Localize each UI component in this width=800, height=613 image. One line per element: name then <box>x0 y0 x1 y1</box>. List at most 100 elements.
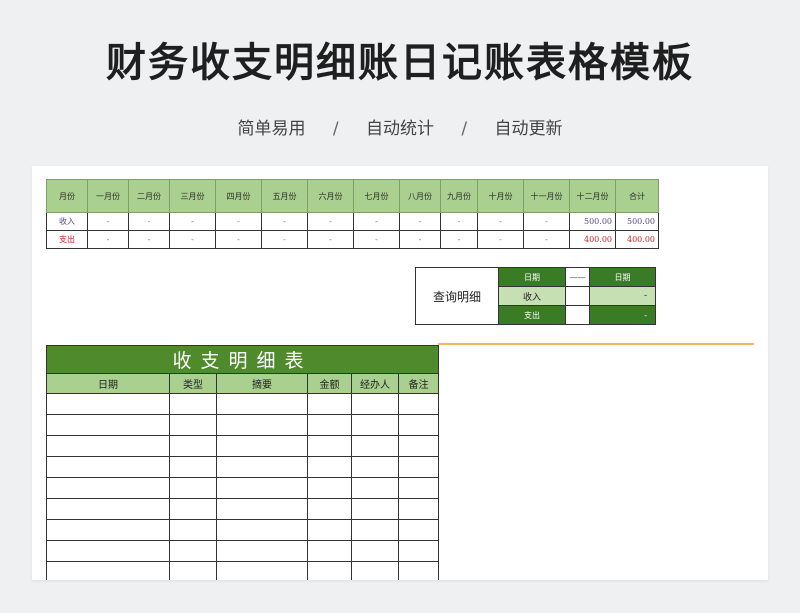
detail-cell[interactable] <box>169 498 217 520</box>
summary-cell[interactable]: - <box>440 212 478 231</box>
detail-cell[interactable] <box>169 561 217 580</box>
summary-cell[interactable]: - <box>215 212 262 231</box>
detail-cell[interactable] <box>351 561 399 580</box>
summary-cell[interactable]: - <box>87 230 129 249</box>
detail-cell[interactable] <box>46 414 170 436</box>
detail-cell[interactable] <box>398 519 439 541</box>
summary-col-header: 二月份 <box>128 179 170 213</box>
detail-cell[interactable] <box>307 477 352 499</box>
summary-cell[interactable]: - <box>523 212 570 231</box>
detail-cell[interactable] <box>398 435 439 457</box>
summary-cell[interactable]: - <box>169 212 216 231</box>
detail-cell[interactable] <box>169 519 217 541</box>
detail-cell[interactable] <box>216 519 308 541</box>
detail-cell[interactable] <box>307 393 352 415</box>
detail-cell[interactable] <box>307 498 352 520</box>
summary-cell[interactable]: - <box>87 212 129 231</box>
detail-cell[interactable] <box>169 456 217 478</box>
summary-cell[interactable]: - <box>523 230 570 249</box>
detail-cell[interactable] <box>46 498 170 520</box>
detail-header-row: 日期 类型 摘要 金额 经办人 备注 <box>46 373 439 394</box>
summary-cell[interactable]: - <box>353 230 400 249</box>
detail-cell[interactable] <box>169 540 217 562</box>
detail-cell[interactable] <box>351 393 399 415</box>
detail-cell[interactable] <box>398 561 439 580</box>
summary-col-header: 十月份 <box>477 179 524 213</box>
detail-cell[interactable] <box>216 435 308 457</box>
summary-cell[interactable]: 400.00 <box>569 230 616 249</box>
detail-cell[interactable] <box>46 477 170 499</box>
detail-cell[interactable] <box>216 456 308 478</box>
detail-cell[interactable] <box>351 519 399 541</box>
detail-cell[interactable] <box>216 477 308 499</box>
summary-cell[interactable]: 500.00 <box>615 212 659 231</box>
summary-cell[interactable]: - <box>307 230 354 249</box>
summary-cell[interactable]: - <box>128 212 170 231</box>
detail-cell[interactable] <box>46 540 170 562</box>
subtitle-separator: / <box>332 119 339 139</box>
detail-cell[interactable] <box>216 393 308 415</box>
summary-col-header: 六月份 <box>307 179 354 213</box>
detail-cell[interactable] <box>351 498 399 520</box>
monthly-summary-table: 月份 一月份 二月份 三月份 四月份 五月份 六月份 七月份 八月份 九月份 十月份 十一月份 十二月份… <box>46 179 659 249</box>
detail-cell[interactable] <box>216 561 308 580</box>
detail-cell[interactable] <box>307 456 352 478</box>
detail-cell[interactable] <box>351 456 399 478</box>
detail-cell[interactable] <box>351 435 399 457</box>
detail-cell[interactable] <box>351 540 399 562</box>
summary-cell[interactable]: - <box>399 212 441 231</box>
summary-cell[interactable]: - <box>353 212 400 231</box>
detail-cell[interactable] <box>398 477 439 499</box>
query-start-date-label: 日期 <box>498 267 566 287</box>
detail-cell[interactable] <box>216 540 308 562</box>
summary-col-header: 八月份 <box>399 179 441 213</box>
detail-cell[interactable] <box>351 414 399 436</box>
detail-cell[interactable] <box>169 477 217 499</box>
detail-row <box>46 414 439 436</box>
summary-cell[interactable]: 500.00 <box>569 212 616 231</box>
detail-row <box>46 435 439 457</box>
summary-cell[interactable]: - <box>128 230 170 249</box>
summary-cell[interactable]: - <box>215 230 262 249</box>
detail-cell[interactable] <box>169 393 217 415</box>
detail-row <box>46 477 439 499</box>
query-connector: —— <box>565 267 590 287</box>
summary-cell[interactable]: - <box>477 230 524 249</box>
detail-cell[interactable] <box>307 540 352 562</box>
detail-cell[interactable] <box>46 435 170 457</box>
summary-cell[interactable]: - <box>261 230 308 249</box>
detail-cell[interactable] <box>398 456 439 478</box>
query-expense-cell[interactable] <box>565 305 590 325</box>
detail-cell[interactable] <box>351 477 399 499</box>
detail-cell[interactable] <box>46 519 170 541</box>
query-income-cell[interactable] <box>565 286 590 306</box>
detail-cell[interactable] <box>46 561 170 580</box>
detail-cell[interactable] <box>169 414 217 436</box>
summary-cell[interactable]: - <box>307 212 354 231</box>
detail-row <box>46 393 439 415</box>
query-income-label: 收入 <box>498 286 566 306</box>
detail-cell[interactable] <box>46 456 170 478</box>
summary-cell[interactable]: - <box>440 230 478 249</box>
query-end-date-label: 日期 <box>589 267 656 287</box>
summary-cell[interactable]: - <box>261 212 308 231</box>
detail-cell[interactable] <box>216 498 308 520</box>
detail-cell[interactable] <box>169 435 217 457</box>
detail-cell[interactable] <box>398 414 439 436</box>
detail-cell[interactable] <box>46 393 170 415</box>
detail-cell[interactable] <box>307 519 352 541</box>
detail-col-header: 备注 <box>398 373 439 394</box>
summary-col-header: 十二月份 <box>569 179 616 213</box>
detail-cell[interactable] <box>307 561 352 580</box>
summary-cell[interactable]: - <box>169 230 216 249</box>
detail-cell[interactable] <box>307 414 352 436</box>
summary-cell[interactable]: - <box>399 230 441 249</box>
detail-row <box>46 519 439 541</box>
detail-cell[interactable] <box>398 393 439 415</box>
summary-cell[interactable]: - <box>477 212 524 231</box>
detail-cell[interactable] <box>398 540 439 562</box>
detail-cell[interactable] <box>307 435 352 457</box>
detail-cell[interactable] <box>398 498 439 520</box>
summary-cell[interactable]: 400.00 <box>615 230 659 249</box>
detail-cell[interactable] <box>216 414 308 436</box>
